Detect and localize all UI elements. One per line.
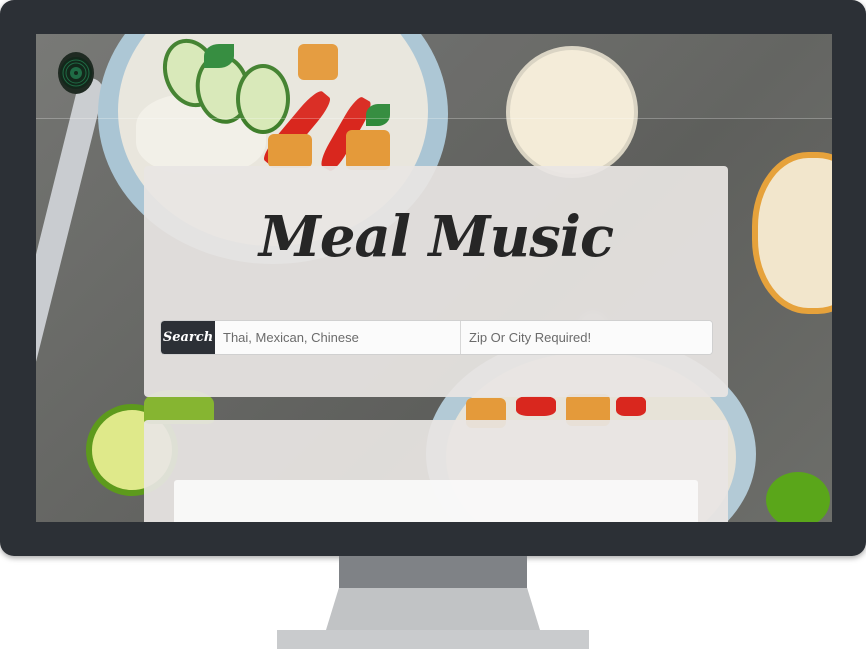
location-input[interactable]: [461, 321, 712, 354]
monitor-stand-base: [277, 630, 589, 649]
top-navbar: [36, 34, 832, 119]
screen: Meal Music Search: [36, 34, 832, 522]
monitor-stand: [326, 588, 540, 630]
vinyl-record-icon[interactable]: [58, 52, 94, 94]
search-form: Search: [160, 320, 713, 355]
results-panel: [144, 420, 728, 522]
cuisine-search-input[interactable]: [215, 321, 461, 354]
monitor-stand-neck: [339, 556, 527, 588]
result-card: [174, 480, 698, 522]
search-panel: Meal Music Search: [144, 166, 728, 397]
app-title: Meal Music: [258, 204, 614, 270]
search-button[interactable]: Search: [161, 321, 215, 354]
monitor-frame: Meal Music Search: [0, 0, 866, 556]
